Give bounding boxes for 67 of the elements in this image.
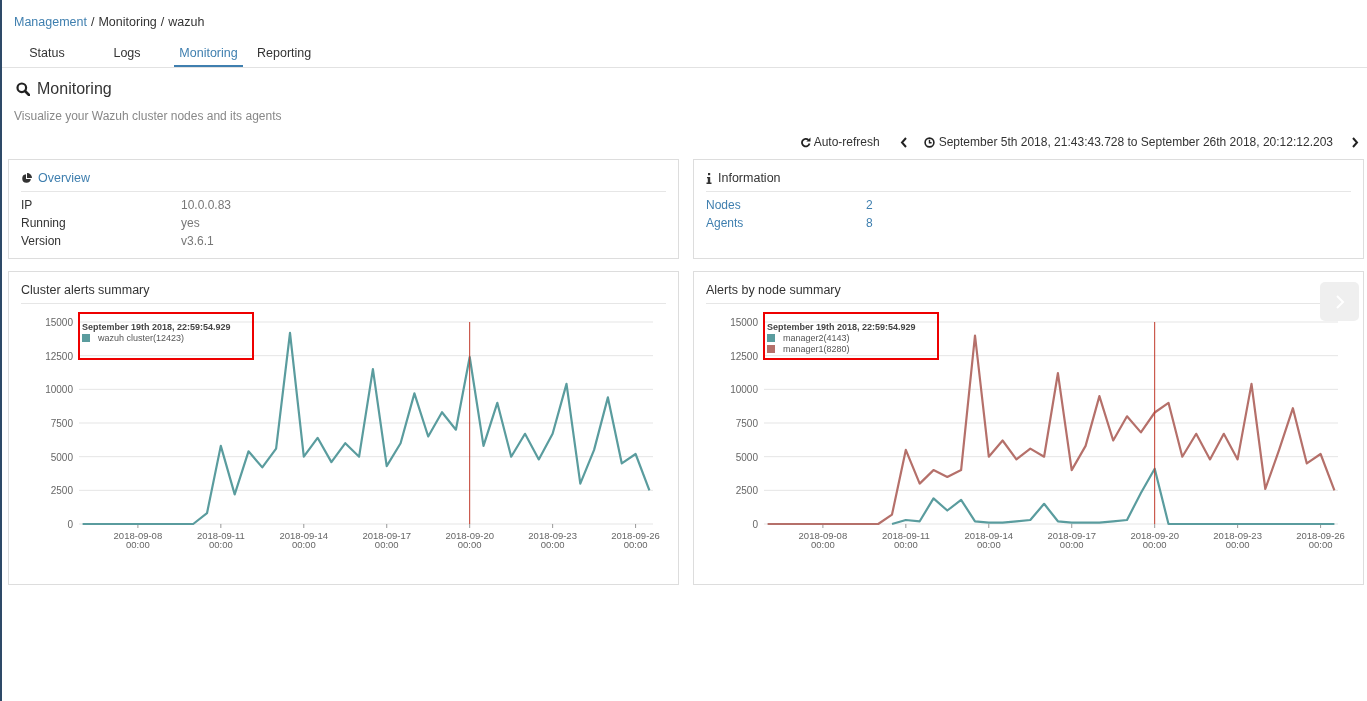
info-icon bbox=[706, 172, 712, 184]
field-label: IP bbox=[21, 198, 34, 212]
x-tick-label: 2018-09-17 00:00 bbox=[1047, 530, 1097, 550]
field-value[interactable]: 8 bbox=[866, 216, 1351, 230]
card-title: Information bbox=[718, 171, 781, 185]
tab[interactable]: Status bbox=[14, 40, 80, 67]
x-tick-label: 2018-09-11 00:00 bbox=[881, 530, 930, 550]
field-label: Version bbox=[21, 234, 63, 248]
y-tick-label: 12500 bbox=[730, 350, 758, 362]
legend-label: manager1(8280) bbox=[783, 344, 850, 354]
field-value: v3.6.1 bbox=[181, 234, 215, 248]
page-title: Monitoring bbox=[37, 80, 112, 98]
breadcrumb-separator: / bbox=[160, 15, 165, 29]
x-tick-label: 2018-09-11 00:00 bbox=[196, 530, 245, 550]
x-tick-label: 2018-09-20 00:00 bbox=[445, 530, 494, 550]
y-tick-label: 15000 bbox=[45, 317, 73, 328]
breadcrumb-item: Monitoring bbox=[98, 15, 157, 29]
tab[interactable]: Monitoring bbox=[174, 40, 243, 67]
field-value[interactable]: 2 bbox=[866, 198, 1351, 212]
card-title: Alerts by node summary bbox=[706, 283, 841, 297]
field-value: 10.0.0.83 bbox=[181, 198, 233, 212]
search-icon bbox=[16, 82, 30, 96]
x-tick-label: 2018-09-23 00:00 bbox=[1213, 530, 1262, 550]
x-tick-label: 2018-09-14 00:00 bbox=[279, 530, 329, 550]
clock-icon bbox=[923, 136, 935, 148]
y-tick-label: 2500 bbox=[735, 485, 758, 497]
x-tick-label: 2018-09-23 00:00 bbox=[528, 530, 577, 550]
y-tick-label: 12500 bbox=[45, 350, 73, 362]
legend-label: wazuh cluster(12423) bbox=[98, 333, 185, 343]
card-title: Cluster alerts summary bbox=[21, 283, 150, 297]
y-tick-label: 5000 bbox=[735, 451, 758, 463]
legend-label: manager2(4143) bbox=[783, 333, 850, 343]
y-tick-label: 10000 bbox=[45, 384, 73, 396]
field-link[interactable]: Agents bbox=[706, 216, 866, 230]
breadcrumb-item: wazuh bbox=[168, 15, 205, 29]
y-tick-label: 5000 bbox=[50, 451, 73, 463]
tab[interactable]: Logs bbox=[94, 40, 160, 67]
x-tick-label: 2018-09-20 00:00 bbox=[1130, 530, 1179, 550]
y-tick-label: 0 bbox=[67, 519, 73, 530]
field-label: Running bbox=[21, 216, 67, 230]
x-tick-label: 2018-09-17 00:00 bbox=[362, 530, 412, 550]
y-tick-label: 0 bbox=[752, 519, 758, 530]
breadcrumb-link[interactable]: Management bbox=[14, 15, 87, 29]
time-range[interactable]: September 5th 2018, 21:43:43.728 to September 26th 2018, 20:12:12.203 bbox=[938, 135, 1333, 149]
x-tick-label: 2018-09-08 00:00 bbox=[113, 530, 163, 550]
y-tick-label: 10000 bbox=[730, 384, 758, 396]
y-tick-label: 7500 bbox=[50, 418, 73, 429]
auto-refresh-button[interactable]: Auto-refresh bbox=[800, 135, 880, 149]
x-tick-label: 2018-09-26 00:00 bbox=[611, 530, 660, 550]
refresh-icon bbox=[800, 136, 811, 148]
pie-chart-icon bbox=[21, 172, 32, 184]
next-icon[interactable] bbox=[1351, 136, 1359, 148]
field-link[interactable]: Nodes bbox=[706, 198, 866, 212]
x-tick-label: 2018-09-26 00:00 bbox=[1296, 530, 1345, 550]
field-value: yes bbox=[181, 216, 201, 230]
tab[interactable]: Reporting bbox=[257, 40, 312, 67]
x-tick-label: 2018-09-14 00:00 bbox=[964, 530, 1014, 550]
tooltip-title: September 19th 2018, 22:59:54.929 bbox=[82, 322, 232, 332]
y-tick-label: 15000 bbox=[730, 317, 758, 328]
x-tick-label: 2018-09-08 00:00 bbox=[798, 530, 848, 550]
y-tick-label: 7500 bbox=[735, 418, 758, 429]
page-subtitle: Visualize your Wazuh cluster nodes and its agents bbox=[13, 108, 283, 123]
card-title[interactable]: Overview bbox=[38, 171, 91, 185]
breadcrumb-separator: / bbox=[90, 15, 95, 29]
previous-icon[interactable] bbox=[899, 136, 908, 148]
tooltip-title: September 19th 2018, 22:59:54.929 bbox=[767, 322, 917, 332]
y-tick-label: 2500 bbox=[50, 485, 73, 497]
